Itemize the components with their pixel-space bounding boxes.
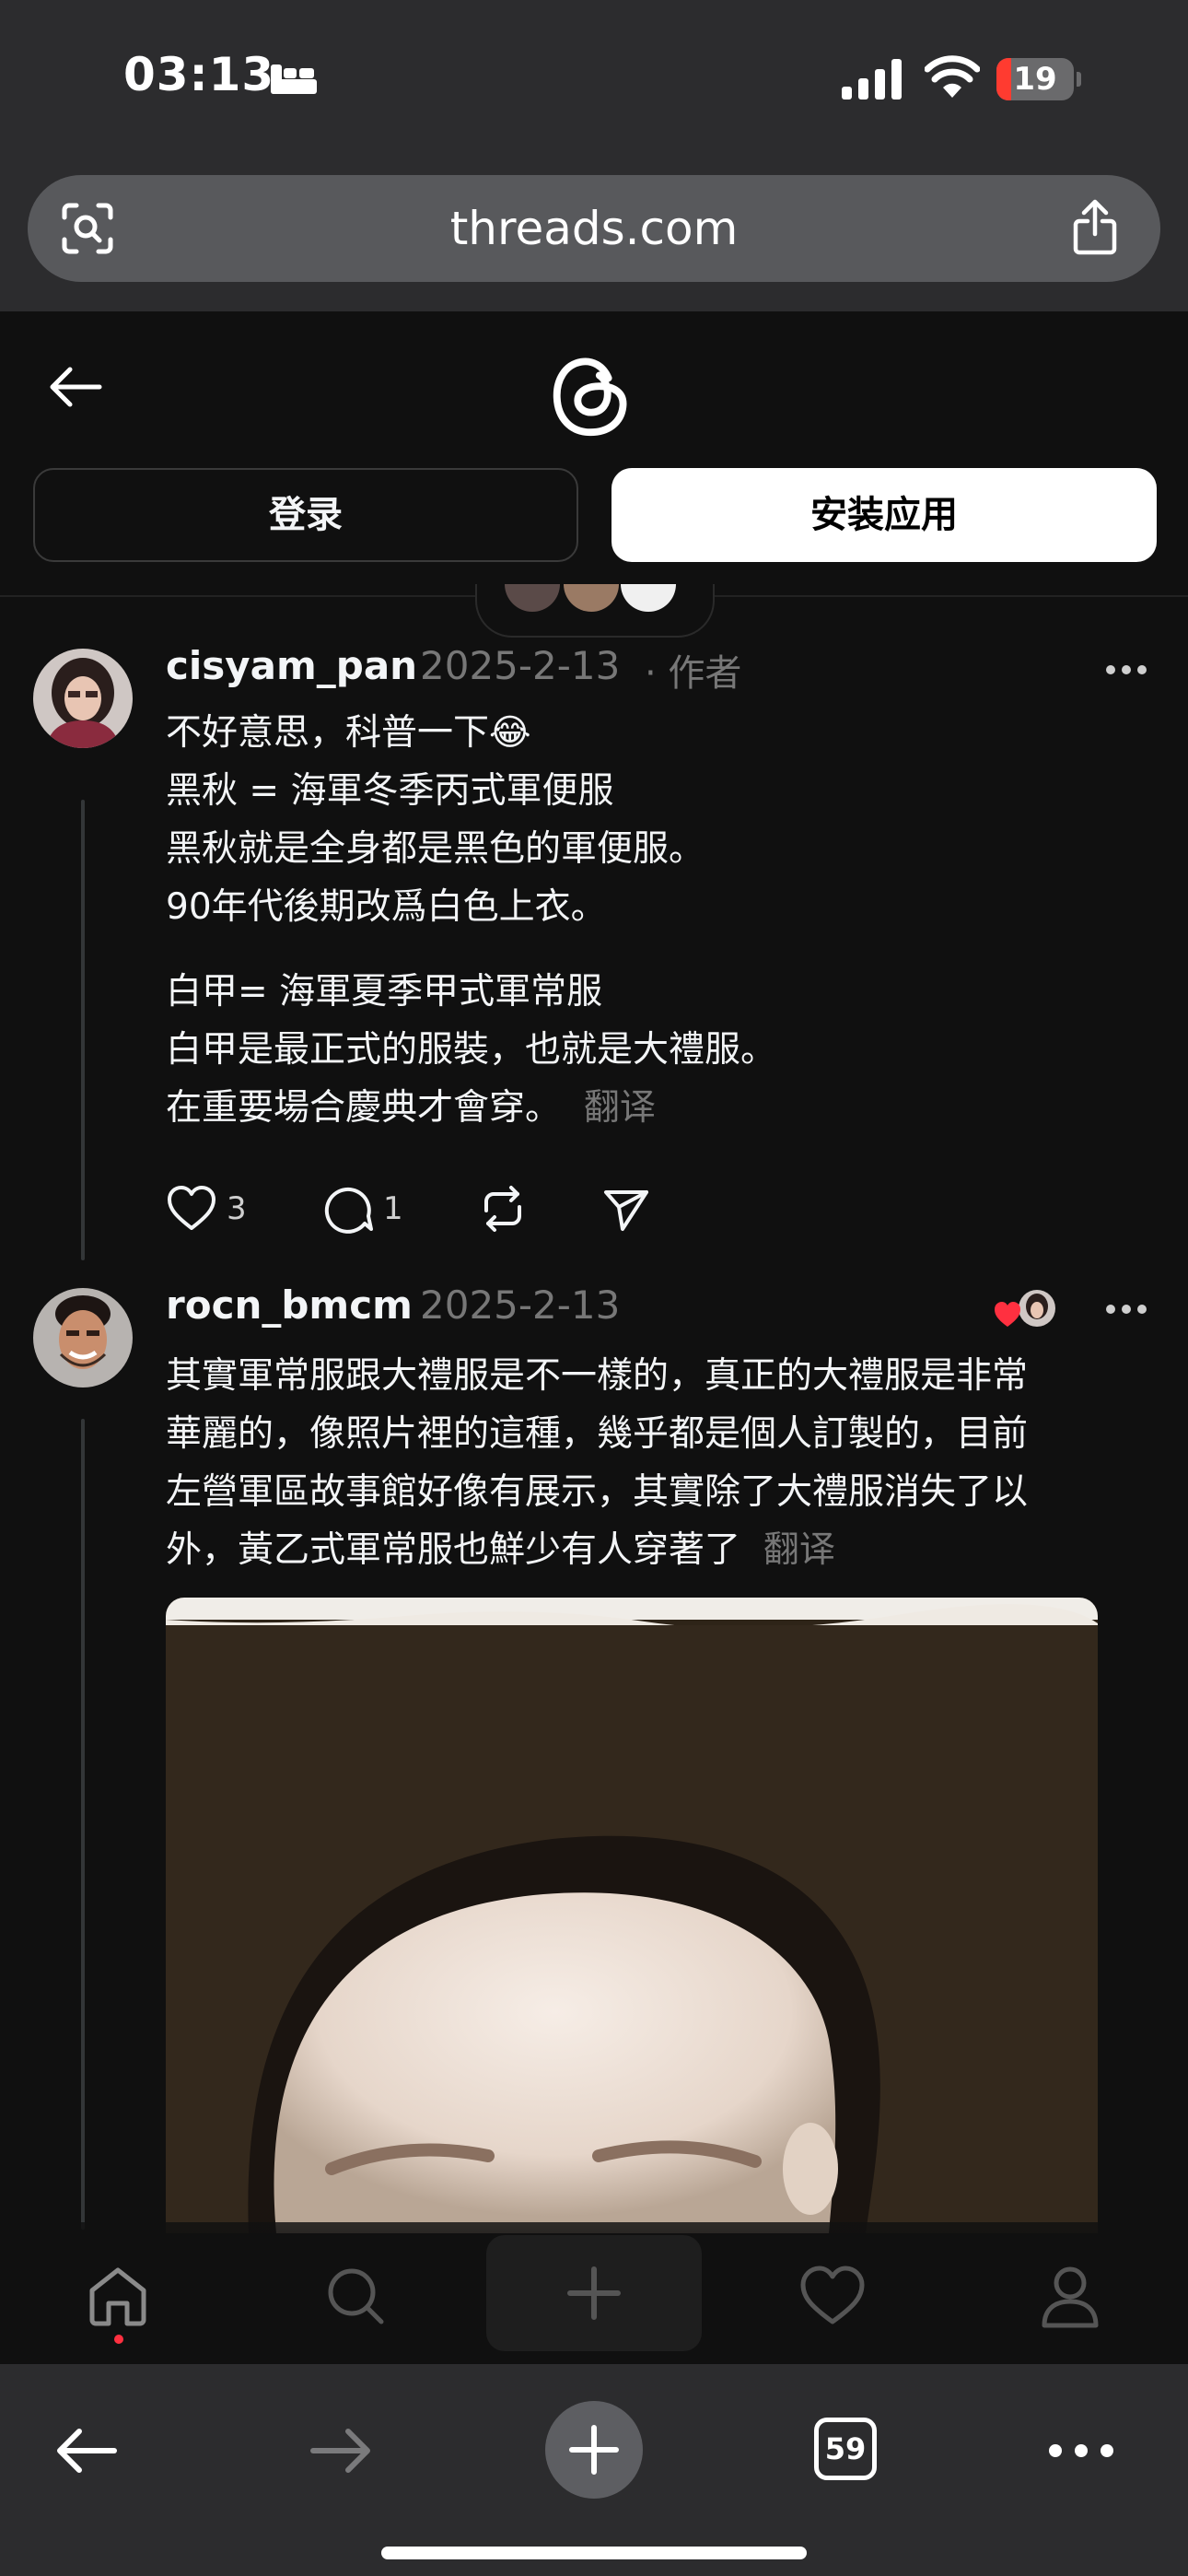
heart-icon <box>168 1186 215 1230</box>
share-post-button[interactable] <box>600 1181 652 1236</box>
author-badge: · 作者 <box>645 652 742 695</box>
sleep-focus-icon <box>271 64 317 94</box>
avatar[interactable] <box>33 649 133 748</box>
thread-line <box>81 800 85 1260</box>
avatar <box>505 584 560 612</box>
text-line-last: 外，黃乙式軍常服也鮮少有人穿著了 翻译 <box>166 1521 1142 1579</box>
post-body: 其實軍常服跟大禮服是不一樣的，真正的大禮服是非常 華麗的，像照片裡的這種，幾乎都… <box>166 1347 1142 1579</box>
new-tab-icon <box>569 2425 619 2475</box>
home-icon[interactable] <box>83 2261 153 2331</box>
status-time: 03:13 <box>123 48 275 101</box>
avatar[interactable] <box>33 1288 133 1388</box>
url-text[interactable]: threads.com <box>28 175 1160 282</box>
install-app-button[interactable]: 安装应用 <box>611 468 1157 562</box>
translate-link[interactable]: 翻译 <box>763 1529 835 1571</box>
notification-dot <box>114 2335 123 2344</box>
compose-button[interactable] <box>486 2235 702 2351</box>
paragraph: 不好意思，科普一下😂 黑秋 = 海軍冬季丙式軍便服 黑秋就是全身都是黑色的軍便服… <box>166 704 1142 936</box>
reply-button[interactable]: 1 <box>322 1181 403 1236</box>
post-photo[interactable] <box>166 1598 1098 2233</box>
text-line: 外，黃乙式軍常服也鮮少有人穿著了 <box>166 1529 741 1571</box>
back-arrow-icon[interactable] <box>46 357 105 416</box>
browser-top-bar: 03:13 19 threads.com <box>0 0 1188 311</box>
activity-icon[interactable] <box>798 2261 868 2331</box>
participants-facepile <box>475 584 715 638</box>
repost-icon <box>484 1186 521 1232</box>
cellular-signal-icon <box>842 59 902 100</box>
comment-icon <box>324 1187 373 1234</box>
paragraph: 其實軍常服跟大禮服是不一樣的，真正的大禮服是非常 華麗的，像照片裡的這種，幾乎都… <box>166 1347 1142 1579</box>
text-line: 左營軍區故事館好像有展示，其實除了大禮服消失了以 <box>166 1471 1029 1513</box>
login-button[interactable]: 登录 <box>33 468 578 562</box>
home-indicator <box>381 2547 807 2559</box>
avatar <box>621 584 676 612</box>
thread-line <box>81 1419 85 2230</box>
post-username[interactable]: rocn_bmcm <box>166 1282 413 1328</box>
send-icon <box>604 1190 648 1231</box>
text-line: 不好意思，科普一下😂 <box>166 712 531 754</box>
text-line: 黑秋就是全身都是黑色的軍便服。 <box>166 828 705 870</box>
paragraph: 白甲= 海軍夏季甲式軍常服 白甲是最正式的服裝，也就是大禮服。 在重要場合慶典才… <box>166 963 1142 1137</box>
more-icon[interactable] <box>1046 2416 1116 2486</box>
threads-logo-icon[interactable] <box>547 350 637 442</box>
more-options-icon[interactable] <box>1105 1303 1147 1316</box>
post-body: 不好意思，科普一下😂 黑秋 = 海軍冬季丙式軍便服 黑秋就是全身都是黑色的軍便服… <box>166 704 1142 1137</box>
text-line-last: 在重要場合慶典才會穿。 翻译 <box>166 1079 1142 1137</box>
profile-icon[interactable] <box>1035 2261 1105 2331</box>
like-count: 3 <box>227 1190 247 1227</box>
text-line: 90年代後期改爲白色上衣。 <box>166 886 607 928</box>
text-line: 白甲是最正式的服裝，也就是大禮服。 <box>166 1029 777 1071</box>
back-icon[interactable] <box>52 2416 122 2486</box>
address-bar[interactable]: threads.com <box>28 175 1160 282</box>
repost-button[interactable] <box>477 1181 529 1236</box>
text-line: 白甲= 海軍夏季甲式軍常服 <box>166 971 603 1013</box>
post-username[interactable]: cisyam_pan <box>166 643 417 688</box>
text-line: 其實軍常服跟大禮服是不一樣的，真正的大禮服是非常 <box>166 1355 1029 1397</box>
reply-count: 1 <box>383 1190 403 1227</box>
browser-toolbar: 59 <box>0 2364 1188 2576</box>
liked-by-author-badge <box>995 1288 1059 1332</box>
search-icon[interactable] <box>320 2261 390 2331</box>
battery-icon: 19 <box>996 58 1081 100</box>
text-line: 在重要場合慶典才會穿。 <box>166 1087 562 1129</box>
post-date[interactable]: 2025-2-13 <box>420 1282 620 1328</box>
compose-icon <box>567 2266 621 2320</box>
post-date[interactable]: 2025-2-13 <box>420 643 620 688</box>
threads-header: 登录 安装应用 <box>0 311 1188 597</box>
like-button[interactable]: 3 <box>166 1181 247 1236</box>
avatar <box>564 584 619 612</box>
forward-icon[interactable] <box>306 2416 376 2486</box>
share-icon[interactable] <box>1072 199 1118 256</box>
threads-bottom-nav <box>0 2222 1188 2364</box>
translate-link[interactable]: 翻译 <box>584 1087 656 1129</box>
more-options-icon[interactable] <box>1105 663 1147 676</box>
text-line: 華麗的，像照片裡的這種，幾乎都是個人訂製的，目前 <box>166 1413 1029 1455</box>
wifi-icon <box>925 55 980 98</box>
tab-count-button[interactable]: 59 <box>814 2418 877 2480</box>
battery-level: 19 <box>1013 61 1057 98</box>
text-line: 黑秋 = 海軍冬季丙式軍便服 <box>166 770 614 812</box>
new-tab-button[interactable] <box>545 2401 643 2499</box>
